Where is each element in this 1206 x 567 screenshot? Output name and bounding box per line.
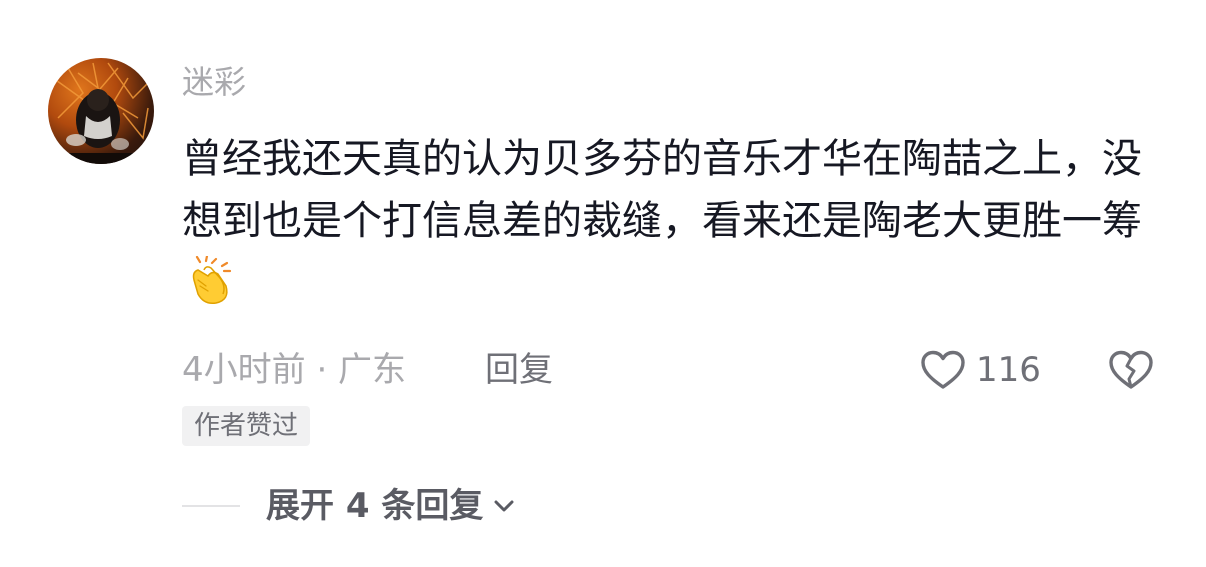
chevron-down-icon (483, 493, 517, 519)
comment-text-block: 曾经我还天真的认为贝多芬的音乐才华在陶喆之上，没想到也是个打信息差的裁缝，看来还… (182, 128, 1172, 314)
divider-line (182, 505, 240, 507)
timestamp-location: 4小时前 · 广东 (182, 350, 407, 390)
like-count: 116 (976, 350, 1041, 390)
comment-meta-row: 4小时前 · 广东 回复 116 (182, 348, 1172, 392)
clapping-hands-icon (186, 254, 236, 306)
username[interactable]: 迷彩 (182, 62, 246, 102)
avatar[interactable] (48, 58, 154, 164)
heart-outline-icon (920, 349, 966, 391)
reply-button[interactable]: 回复 (485, 348, 553, 392)
broken-heart-icon (1108, 349, 1154, 391)
comment-text: 曾经我还天真的认为贝多芬的音乐才华在陶喆之上，没想到也是个打信息差的裁缝，看来还… (182, 136, 1142, 244)
like-button[interactable]: 116 (920, 348, 1041, 392)
expand-replies-button[interactable]: 展开 4 条回复 (266, 484, 517, 528)
author-liked-badge: 作者赞过 (182, 406, 311, 446)
dislike-button[interactable] (1108, 348, 1154, 392)
expand-replies-row: 展开 4 条回复 (182, 484, 517, 528)
expand-replies-label: 展开 4 条回复 (266, 486, 484, 526)
